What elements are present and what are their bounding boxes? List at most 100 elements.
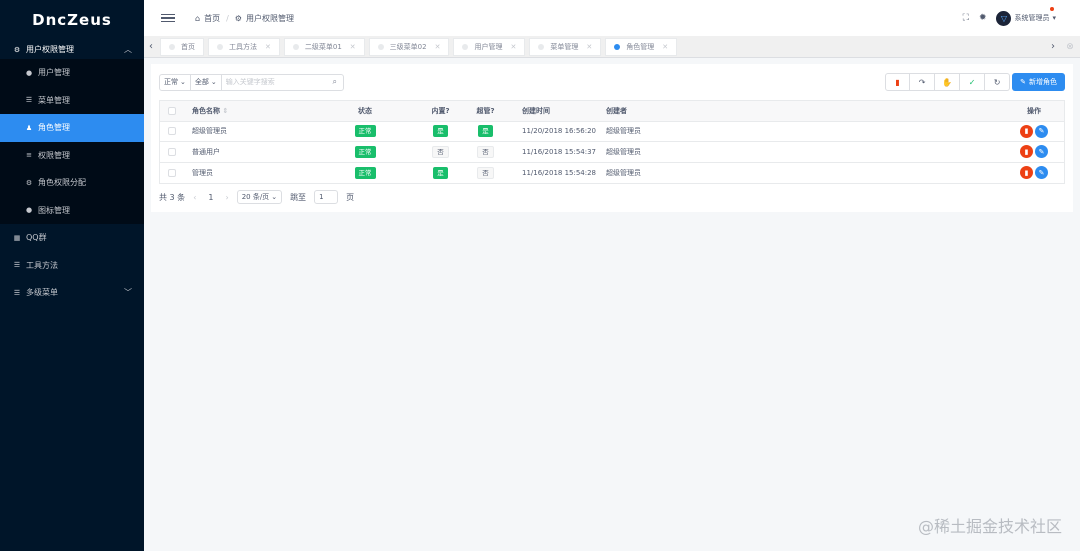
close-icon[interactable]: ✕ (350, 43, 356, 51)
sidebar-item-user-management[interactable]: ● 用户管理 (0, 59, 144, 87)
page-size-select[interactable]: 20 条/页 ⌄ (236, 190, 283, 204)
tab-dot (614, 43, 621, 50)
menu-icon: ☰ (13, 288, 21, 297)
sidebar-item-role-permission[interactable]: ⚙ 角色权限分配 (0, 169, 144, 197)
pagination: 共 3 条 ‹ 1 › 20 条/页 ⌄ 跳至 1 页 (159, 190, 354, 204)
status-badge: 正常 (354, 125, 376, 138)
tab-label: 首页 (181, 42, 195, 51)
tab-label: 用户管理 (474, 42, 503, 51)
tab-label: 菜单管理 (550, 42, 579, 51)
sidebar-item-menu-management[interactable]: ☰ 菜单管理 (0, 87, 144, 115)
role-name: 管理员 (192, 168, 213, 177)
sidebar-item-qq-group[interactable]: ▦ QQ群 (0, 224, 144, 252)
tabs-scroll-left-icon[interactable]: ‹ (144, 41, 158, 52)
refresh-button[interactable]: ↻ (985, 73, 1011, 91)
redo-button[interactable]: ↷ (910, 73, 936, 91)
tab-submenu-01[interactable]: 二级菜单01 ✕ (283, 37, 365, 56)
tabs-scroll-right-icon[interactable]: › (1046, 41, 1060, 52)
chevron-down-icon: ⌄ (271, 193, 278, 201)
sidebar: DncZeus ⚙ 用户权限管理 ︿ ● 用户管理 ☰ 菜单管理 ♟ 角色管理 … (0, 0, 144, 551)
row-delete-button[interactable]: ▮ (1020, 145, 1033, 159)
sidebar-submenu: ● 用户管理 ☰ 菜单管理 ♟ 角色管理 ≡ 权限管理 ⚙ 角色权限分配 ● 图… (0, 59, 144, 224)
tab-user-management[interactable]: 用户管理 ✕ (453, 37, 526, 56)
tab-role-management[interactable]: 角色管理 ✕ (605, 37, 678, 56)
header-creator: 创建者 (606, 106, 627, 115)
breadcrumb: ⌂ 首页 / ⚙ 用户权限管理 (195, 13, 294, 24)
row-edit-button[interactable]: ✎ (1035, 145, 1048, 159)
trash-icon: ▮ (895, 77, 900, 87)
tab-menu-management[interactable]: 菜单管理 ✕ (529, 37, 602, 56)
close-icon[interactable]: ✕ (265, 43, 271, 51)
close-icon[interactable]: ✕ (586, 43, 592, 51)
row-checkbox[interactable] (168, 147, 176, 156)
pencil-icon: ✎ (1038, 147, 1045, 156)
sidebar-item-tools[interactable]: ☰ 工具方法 (0, 252, 144, 280)
sidebar-item-multilevel[interactable]: ☰ 多级菜单 ﹀ (0, 279, 144, 307)
add-role-label: 新增角色 (1029, 78, 1057, 86)
scope-select[interactable]: 全部 ⌄ (191, 74, 222, 90)
header-status: 状态 (358, 106, 372, 115)
jump-input[interactable]: 1 (314, 190, 339, 204)
select-all-checkbox[interactable] (168, 106, 176, 115)
row-checkbox[interactable] (168, 127, 176, 136)
sidebar-item-role-management[interactable]: ♟ 角色管理 (0, 114, 144, 142)
created-time: 11/20/2018 16:56:20 (522, 127, 597, 136)
edit-icon: ✎ (1020, 78, 1026, 86)
table-row: 管理员 正常 是 否 11/16/2018 15:54:28 超级管理员 ▮ ✎ (160, 163, 1064, 184)
creator: 超级管理员 (606, 147, 641, 156)
search-group: 正常 ⌄ 全部 ⌄ ⌕ (159, 73, 344, 91)
builtin-badge: 是 (433, 125, 448, 138)
bug-icon[interactable]: ✹ (979, 13, 987, 23)
prev-page-icon[interactable]: ‹ (193, 193, 196, 202)
tab-tools[interactable]: 工具方法 ✕ (208, 37, 280, 56)
header-created-time: 创建时间 (522, 106, 550, 115)
pencil-icon: ✎ (1038, 168, 1045, 177)
next-page-icon[interactable]: › (225, 193, 228, 202)
close-icon[interactable]: ✕ (435, 43, 441, 51)
redo-icon: ↷ (918, 77, 926, 87)
role-name: 普通用户 (192, 147, 220, 156)
delete-button[interactable]: ▮ (885, 73, 911, 91)
toolbar: 正常 ⌄ 全部 ⌄ ⌕ ▮ ↷ ✋ ✓ ↻ ✎ 新增角色 (159, 73, 1065, 91)
tab-dot (217, 43, 223, 50)
avatar: ▽ (996, 10, 1012, 26)
enable-button[interactable]: ✓ (960, 73, 986, 91)
home-icon: ⌂ (195, 13, 201, 23)
row-checkbox[interactable] (168, 168, 176, 177)
gear-icon: ⚙ (13, 45, 21, 54)
disable-button[interactable]: ✋ (935, 73, 961, 91)
add-role-button[interactable]: ✎ 新增角色 (1012, 73, 1065, 91)
row-edit-button[interactable]: ✎ (1035, 124, 1048, 138)
tab-submenu-02[interactable]: 三级菜单02 ✕ (368, 37, 450, 56)
close-all-tabs-icon[interactable]: ⊗ (1060, 42, 1080, 52)
row-edit-button[interactable]: ✎ (1035, 166, 1048, 180)
status-select-value: 正常 (164, 78, 178, 86)
sort-icon[interactable]: ⇕ (222, 107, 228, 115)
sidebar-item-permission-management[interactable]: ≡ 权限管理 (0, 142, 144, 170)
status-select[interactable]: 正常 ⌄ (160, 74, 191, 90)
creator: 超级管理员 (606, 127, 641, 136)
close-icon[interactable]: ✕ (510, 43, 516, 51)
page-number[interactable]: 1 (204, 193, 217, 202)
tabs-bar: ‹ 首页 工具方法 ✕ 二级菜单01 ✕ 三级菜单02 ✕ 用户管理 ✕ 菜单管 (144, 36, 1080, 58)
breadcrumb-home[interactable]: 首页 (204, 13, 220, 24)
fullscreen-icon[interactable]: ⛶ (963, 13, 969, 23)
header-name[interactable]: 角色名称 ⇕ (184, 106, 312, 116)
sidebar-item-icon-management[interactable]: ● 图标管理 (0, 197, 144, 225)
tab-home[interactable]: 首页 (160, 37, 204, 56)
user-icon: ● (25, 68, 33, 77)
tab-label: 二级菜单01 (304, 42, 342, 51)
close-icon[interactable]: ✕ (662, 43, 668, 51)
user-menu[interactable]: ▽ 系统管理员 ▾ (996, 6, 1056, 26)
search-input[interactable] (221, 74, 327, 90)
row-delete-button[interactable]: ▮ (1020, 166, 1033, 180)
search-icon[interactable]: ⌕ (327, 75, 343, 90)
row-delete-button[interactable]: ▮ (1020, 124, 1033, 138)
sidebar-group-user-permission[interactable]: ⚙ 用户权限管理 ︿ (0, 40, 144, 59)
chevron-down-icon: ⌄ (210, 78, 217, 86)
builtin-badge: 否 (432, 145, 449, 158)
sidebar-item-label: 角色权限分配 (38, 178, 86, 188)
header-ops: 操作 (1027, 106, 1041, 115)
hamburger-icon[interactable] (161, 13, 175, 23)
creator: 超级管理员 (606, 168, 641, 177)
